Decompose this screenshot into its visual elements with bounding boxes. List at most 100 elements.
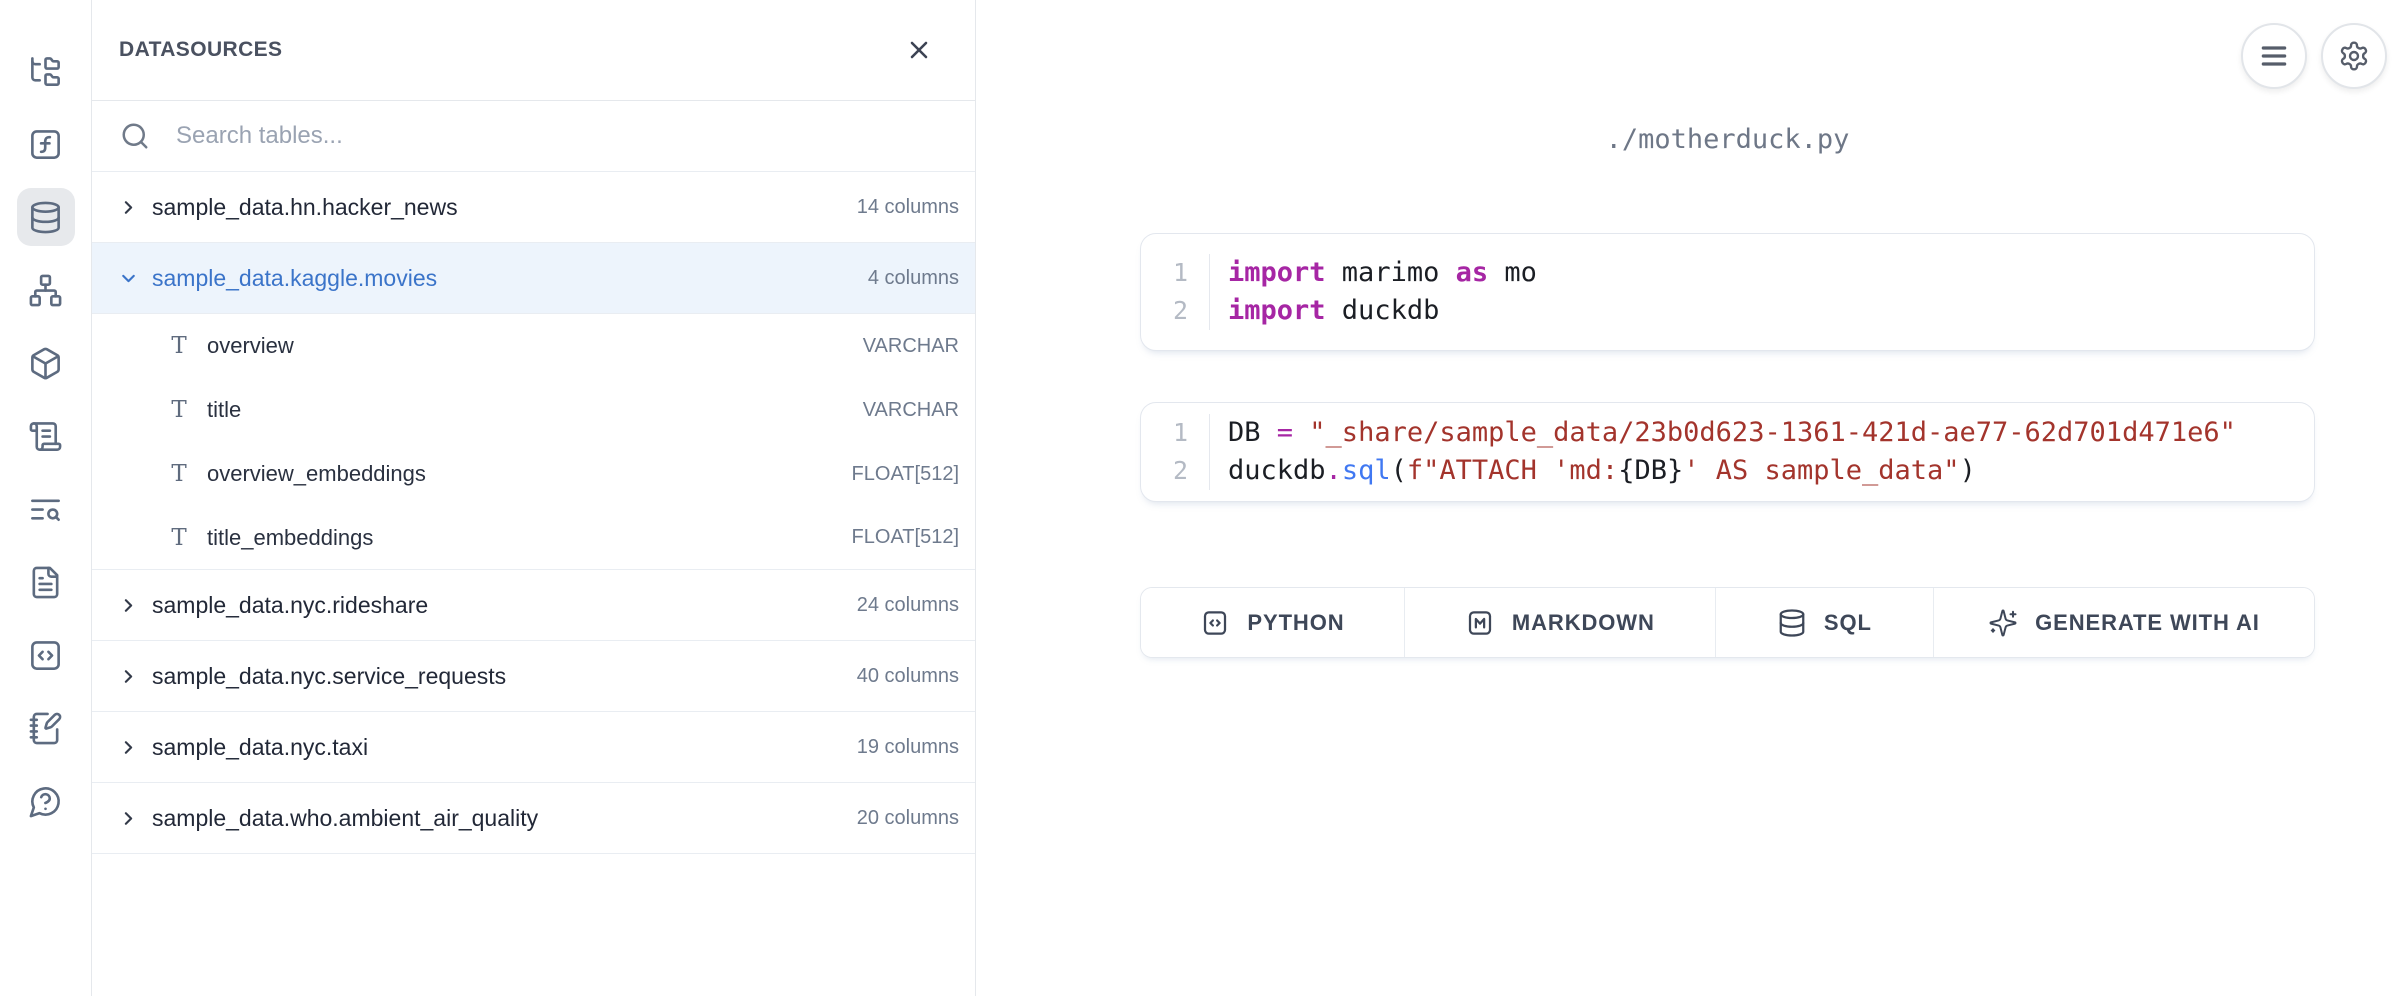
tables-list: sample_data.hn.hacker_news14 columnssamp… xyxy=(92,172,975,854)
add-generate-with-ai-button[interactable]: GENERATE WITH AI xyxy=(1934,588,2314,657)
table-row[interactable]: sample_data.nyc.taxi19 columns xyxy=(92,712,975,783)
rail-item-file-text[interactable] xyxy=(17,553,75,611)
table-name: sample_data.kaggle.movies xyxy=(152,265,437,292)
code-token: sql xyxy=(1342,455,1391,486)
chevron-right-icon xyxy=(118,737,139,758)
code-token: "_share/sample_data/23b0d623-1361-421d-a… xyxy=(1309,417,2236,448)
code-line: 2import duckdb xyxy=(1141,292,2314,330)
button-label: GENERATE WITH AI xyxy=(2035,610,2260,636)
column-type: FLOAT[512] xyxy=(852,463,959,486)
rail-item-folder-tree[interactable] xyxy=(17,42,75,100)
rail-item-box[interactable] xyxy=(17,334,75,392)
text-type-icon: T xyxy=(168,461,190,487)
rail-item-database[interactable] xyxy=(17,188,75,246)
box-icon xyxy=(28,346,63,381)
code-text[interactable]: import marimo as mo xyxy=(1210,254,1537,292)
button-label: SQL xyxy=(1824,610,1872,636)
line-number: 1 xyxy=(1141,254,1210,292)
rail-item-square-code[interactable] xyxy=(17,626,75,684)
chevron-down-icon xyxy=(118,268,139,289)
panel-header: DATASOURCES xyxy=(92,0,975,101)
column-row[interactable]: Ttitle_embeddings FLOAT[512] xyxy=(92,506,975,570)
scroll-text-icon xyxy=(28,419,63,454)
square-code-icon xyxy=(28,638,63,673)
function-square-icon xyxy=(28,127,63,162)
code-text[interactable]: DB = "_share/sample_data/23b0d623-1361-4… xyxy=(1210,414,2236,452)
notebook: ./motherduck.py 1import marimo as mo2imp… xyxy=(1140,0,2315,658)
table-row[interactable]: sample_data.hn.hacker_news14 columns xyxy=(92,172,975,243)
code-cell-1[interactable]: 1import marimo as mo2import duckdb xyxy=(1140,233,2315,351)
table-row[interactable]: sample_data.who.ambient_air_quality 20 co… xyxy=(92,783,975,854)
column-row[interactable]: Toverview_embeddings FLOAT[512] xyxy=(92,442,975,506)
code-token: ( xyxy=(1391,455,1407,486)
code-cell-2[interactable]: 1DB = "_share/sample_data/23b0d623-1361-… xyxy=(1140,402,2315,502)
notebook-pen-icon xyxy=(28,711,63,746)
code-text[interactable]: duckdb.sql(f"ATTACH 'md:{DB}' AS sample_… xyxy=(1210,452,1976,490)
database-icon xyxy=(1777,608,1807,638)
x-icon xyxy=(905,36,933,64)
line-number: 2 xyxy=(1141,452,1210,490)
column-name: title_embeddings xyxy=(207,525,373,551)
code-token: = xyxy=(1277,417,1310,448)
code-token: mo xyxy=(1488,257,1537,288)
table-row[interactable]: sample_data.kaggle.movies 4 columns xyxy=(92,243,975,314)
code-line: 2duckdb.sql(f"ATTACH 'md:{DB}' AS sample… xyxy=(1141,452,2314,490)
line-number: 2 xyxy=(1141,292,1210,330)
code-line: 1DB = "_share/sample_data/23b0d623-1361-… xyxy=(1141,414,2314,452)
folder-tree-icon xyxy=(28,54,63,89)
close-panel-button[interactable] xyxy=(901,32,937,68)
rail-item-scroll-text[interactable] xyxy=(17,407,75,465)
settings-button[interactable] xyxy=(2321,23,2387,89)
table-row[interactable]: sample_data.nyc.service_requests 40 colum… xyxy=(92,641,975,712)
column-name: title xyxy=(207,397,241,423)
rail-item-notebook-pen[interactable] xyxy=(17,699,75,757)
text-type-icon: T xyxy=(168,333,190,359)
code-text[interactable]: import duckdb xyxy=(1210,292,1439,330)
rail-item-message-circle-question[interactable] xyxy=(17,772,75,830)
table-name: sample_data.nyc.taxi xyxy=(152,734,368,761)
column-count: 40 columns xyxy=(857,665,959,688)
table-name: sample_data.nyc.service_requests xyxy=(152,663,506,690)
table-name: sample_data.hn.hacker_news xyxy=(152,194,458,221)
add-markdown-button[interactable]: MARKDOWN xyxy=(1405,588,1716,657)
column-row[interactable]: Ttitle VARCHAR xyxy=(92,378,975,442)
rail-item-function-square[interactable] xyxy=(17,115,75,173)
search-tables-input[interactable] xyxy=(174,121,951,151)
chevron-right-icon xyxy=(118,808,139,829)
text-type-icon: T xyxy=(168,525,190,551)
add-cell-bar: PYTHON MARKDOWN SQL GENERATE WITH AI xyxy=(1140,587,2315,658)
rail-item-text-search[interactable] xyxy=(17,480,75,538)
column-count: 20 columns xyxy=(857,807,959,830)
square-chevrons-icon xyxy=(1200,608,1230,638)
code-token: f"ATTACH 'md: xyxy=(1407,455,1618,486)
chevron-right-icon xyxy=(118,595,139,616)
sparkles-icon xyxy=(1988,608,2018,638)
code-token: ) xyxy=(1960,455,1976,486)
line-number: 1 xyxy=(1141,414,1210,452)
code-token: {DB} xyxy=(1618,455,1683,486)
column-name: overview_embeddings xyxy=(207,461,426,487)
button-label: MARKDOWN xyxy=(1512,610,1655,636)
code-token: import xyxy=(1228,295,1326,326)
panel-title: DATASOURCES xyxy=(119,38,282,62)
table-name: sample_data.who.ambient_air_quality xyxy=(152,805,538,832)
notebook-filename[interactable]: ./motherduck.py xyxy=(1140,123,2315,156)
add-python-button[interactable]: PYTHON xyxy=(1141,588,1405,657)
code-token: marimo xyxy=(1326,257,1456,288)
add-sql-button[interactable]: SQL xyxy=(1716,588,1934,657)
code-token: DB xyxy=(1228,417,1277,448)
column-type: VARCHAR xyxy=(863,399,959,422)
rail-item-network[interactable] xyxy=(17,261,75,319)
column-type: FLOAT[512] xyxy=(852,526,959,549)
code-token: . xyxy=(1326,455,1342,486)
datasources-panel: DATASOURCES sample_data.hn.hacker_news14… xyxy=(92,0,976,996)
database-icon xyxy=(28,200,63,235)
table-row[interactable]: sample_data.nyc.rideshare24 columns xyxy=(92,570,975,641)
search-icon xyxy=(120,121,150,151)
main-area: ./motherduck.py 1import marimo as mo2imp… xyxy=(977,0,2399,996)
column-row[interactable]: ToverviewVARCHAR xyxy=(92,314,975,378)
column-count: 4 columns xyxy=(868,267,959,290)
column-name: overview xyxy=(207,333,294,359)
text-type-icon: T xyxy=(168,397,190,423)
text-search-icon xyxy=(28,492,63,527)
